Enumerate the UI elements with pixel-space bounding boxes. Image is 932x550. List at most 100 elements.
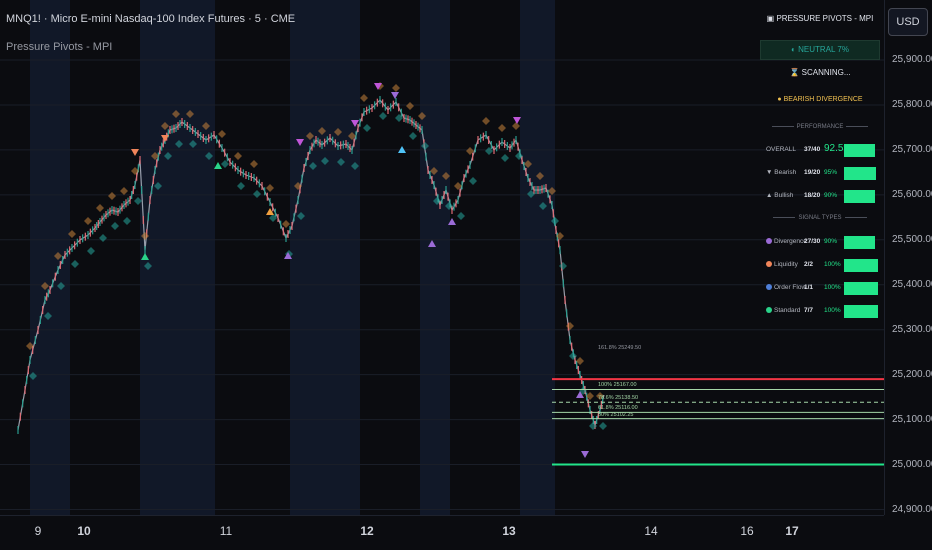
signal-dot-icon [766, 307, 772, 314]
signal-types-header: SIGNAL TYPES [760, 215, 880, 221]
resistance-diamond [120, 187, 128, 195]
resistance-diamond [250, 160, 258, 168]
row-count: 7/7 [804, 307, 814, 314]
bearish-signal-arrow [581, 451, 589, 458]
time-tick-label: 9 [34, 524, 42, 538]
scanning-status: ⌛ SCANNING... [789, 68, 851, 77]
row-count: 37/40 [804, 146, 821, 153]
resistance-diamond [406, 102, 414, 110]
price-tick-label: 25,100.00 [892, 413, 932, 425]
resistance-diamond [234, 152, 242, 160]
resistance-diamond [84, 217, 92, 225]
up-triangle-icon: ▲ [766, 192, 775, 199]
panel-title: ▣ PRESSURE PIVOTS - MPI [766, 14, 874, 23]
down-triangle-icon: ▼ [766, 169, 775, 176]
bullish-signal-arrow [214, 162, 222, 169]
support-diamond [71, 260, 79, 268]
support-diamond [559, 262, 567, 270]
signal-type-row: Standard 7/7 100% [760, 301, 880, 323]
row-count: 18/20 [804, 192, 821, 199]
resistance-diamond [482, 117, 490, 125]
time-tick-label: 12 [360, 524, 374, 538]
indicator-name[interactable]: Pressure Pivots - MPI [6, 41, 112, 53]
row-label: Divergence [774, 238, 807, 245]
price-tick-label: 25,200.00 [892, 368, 932, 380]
resistance-diamond [282, 220, 290, 228]
resistance-diamond [218, 130, 226, 138]
bearish-signal-arrow [131, 149, 139, 156]
resistance-diamond [566, 322, 574, 330]
support-diamond [379, 112, 387, 120]
time-tick-label: 13 [502, 524, 516, 538]
price-tick-label: 25,600.00 [892, 188, 932, 200]
success-rate-bar [844, 305, 878, 318]
fib-level-label: 100% 25167.00 [598, 382, 637, 389]
support-diamond [599, 422, 607, 430]
row-count: 1/1 [804, 284, 814, 291]
resistance-diamond [392, 84, 400, 92]
row-label: OVERALL [766, 146, 796, 153]
support-diamond [457, 212, 465, 220]
support-diamond [123, 217, 131, 225]
resistance-diamond [360, 94, 368, 102]
session-band [420, 0, 450, 515]
support-diamond [99, 234, 107, 242]
row-percentage: 100% [824, 261, 841, 268]
resistance-diamond [266, 184, 274, 192]
session-band [290, 0, 360, 515]
resistance-diamond [498, 124, 506, 132]
time-tick-label: 14 [644, 524, 658, 538]
price-tick-label: 25,500.00 [892, 233, 932, 245]
signal-dot-icon [766, 238, 772, 245]
support-diamond [237, 182, 245, 190]
row-label: Bearish [774, 169, 797, 176]
support-diamond [87, 247, 95, 255]
price-axis[interactable] [884, 0, 932, 515]
success-rate-bar [844, 144, 876, 157]
price-tick-label: 25,400.00 [892, 278, 932, 290]
row-percentage: 90% [824, 238, 838, 245]
fib-level-label: 78.6% 25138.50 [598, 395, 639, 402]
price-tick-label: 24,900.00 [892, 503, 932, 515]
row-label: Order Flow [774, 284, 807, 291]
support-diamond [253, 190, 261, 198]
signal-dot-icon [766, 261, 772, 268]
row-percentage: 90% [824, 192, 838, 199]
resistance-diamond [96, 204, 104, 212]
row-label: Bullish [774, 192, 794, 199]
price-tick-label: 25,000.00 [892, 458, 932, 470]
success-rate-bar [844, 259, 878, 272]
session-band [140, 0, 215, 515]
support-diamond [409, 132, 417, 140]
row-percentage: 95% [824, 169, 838, 176]
support-diamond [569, 352, 577, 360]
performance-row: ▲ Bullish 18/20 90% [760, 186, 880, 208]
currency-button[interactable]: USD [888, 8, 928, 36]
row-label: Standard [774, 307, 801, 314]
support-diamond [363, 124, 371, 132]
support-diamond [501, 154, 509, 162]
bearish-signal-arrow [513, 117, 521, 124]
bearish-signal-arrow [391, 92, 399, 99]
time-tick-label: 17 [785, 524, 799, 538]
row-percentage: 100% [824, 284, 841, 291]
signal-dot-icon [766, 284, 772, 291]
fib-level-label: 50% 25102.25 [598, 411, 634, 418]
divergence-status: ● BEARISH DIVERGENCE [777, 96, 863, 103]
time-tick-label: 11 [219, 524, 233, 538]
price-chart[interactable] [0, 0, 884, 515]
signal-type-row: Order Flow 1/1 100% [760, 278, 880, 300]
state-badge: ◐ NEUTRAL 7% [760, 40, 880, 60]
success-rate-bar [844, 167, 877, 180]
resistance-diamond [512, 122, 520, 130]
row-count: 27/30 [804, 238, 821, 245]
performance-header: PERFORMANCE [760, 124, 880, 130]
row-count: 2/2 [804, 261, 814, 268]
fib-level-label: 61.8% 25116.00 [598, 405, 638, 412]
row-count: 19/20 [804, 169, 821, 176]
time-tick-label: 10 [77, 524, 91, 538]
price-tick-label: 25,300.00 [892, 323, 932, 335]
symbol-title[interactable]: MNQ1! · Micro E-mini Nasdaq-100 Index Fu… [6, 13, 295, 25]
session-band [520, 0, 555, 515]
price-tick-label: 25,900.00 [892, 54, 932, 65]
